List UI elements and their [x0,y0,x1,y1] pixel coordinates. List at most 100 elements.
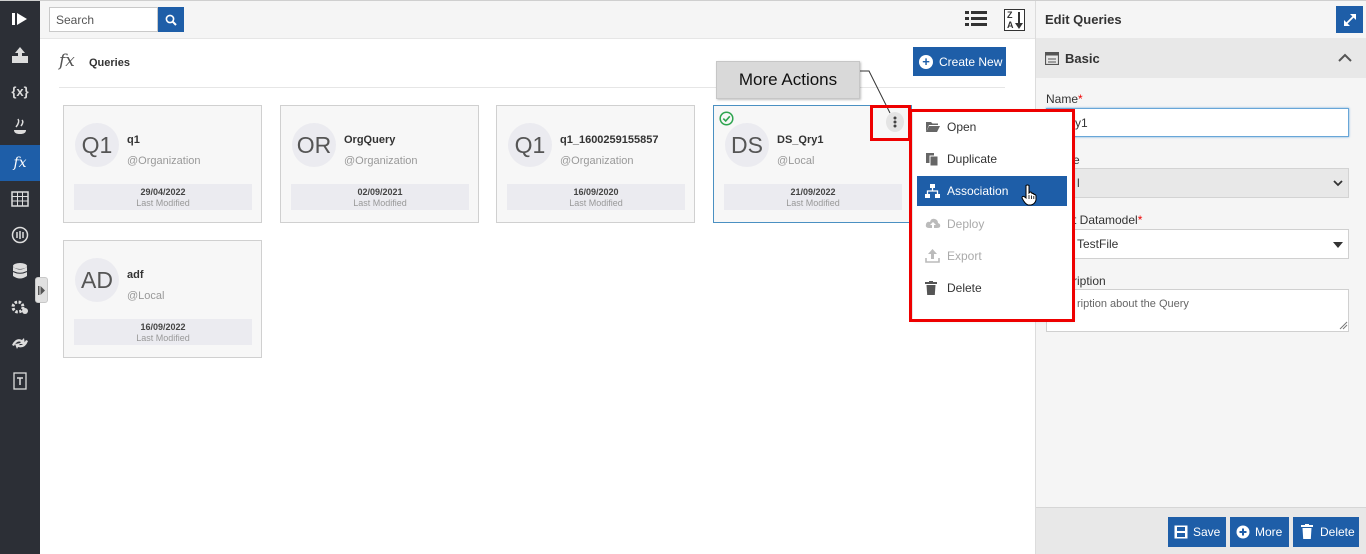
card-avatar: Q1 [75,123,119,167]
sidebar-item-queries[interactable]: fx [0,145,40,181]
database-icon [12,263,28,279]
save-icon [1174,525,1188,539]
card-name: DS_Qry1 [777,134,824,146]
card-date: 16/09/2020 [573,187,619,197]
card-avatar: Q1 [508,123,552,167]
sidebar-item-services[interactable] [0,289,40,325]
card-scope: @Organization [344,155,418,167]
sidebar-item-recycle[interactable] [0,325,40,361]
card-date-label: Last Modified [136,198,190,208]
queries-fx-icon: fx [59,51,75,71]
card-avatar: DS [725,123,769,167]
card-name: q1 [127,134,140,146]
panel-footer: Save More Delete [1036,507,1366,554]
description-textarea[interactable]: ription about the Query [1046,289,1349,332]
more-label: More [1255,525,1283,539]
card-date: 16/09/2022 [140,322,186,332]
text-file-icon [13,372,27,390]
expand-panel-button[interactable] [1336,6,1363,33]
deploy-icon [12,47,28,63]
save-button[interactable]: Save [1168,517,1226,547]
delete-button[interactable]: Delete [1293,517,1359,547]
card-scope: @Local [127,290,165,302]
card-avatar: OR [292,123,336,167]
form-section-icon [1045,52,1059,65]
search-button[interactable] [158,7,184,32]
resize-handle-icon[interactable] [1339,321,1348,330]
svg-text:Z: Z [1007,10,1013,20]
caret-down-icon [1333,242,1343,248]
plus-circle-icon [1236,525,1250,539]
basic-section-label: Basic [1065,51,1100,66]
list-view-button[interactable] [965,10,987,33]
app-window: {x} fx Search Z A fx Queries + Create Ne… [0,0,1366,554]
save-label: Save [1193,525,1221,539]
card-name: adf [127,269,144,281]
sidebar-item-variables[interactable]: {x} [0,73,40,109]
query-card[interactable]: OR OrgQuery @Organization 02/09/2021 Las… [280,105,479,223]
highlight-box-menu [909,109,1075,322]
create-new-label: Create New [939,54,1003,69]
sidebar-item-deploy[interactable] [0,37,40,73]
description-placeholder: ription about the Query [1077,298,1189,310]
type-select[interactable]: l [1046,168,1349,198]
datamodel-select[interactable]: TestFile [1046,229,1349,259]
card-modified: 21/09/2022 Last Modified [724,184,902,210]
sidebar-item-text[interactable] [0,363,40,399]
card-scope: @Organization [560,155,634,167]
card-date-label: Last Modified [786,198,840,208]
panel-title: Edit Queries [1045,12,1122,27]
name-field[interactable]: _Qry1 [1046,108,1349,137]
trash-icon [1301,524,1313,539]
card-scope: @Local [777,155,815,167]
query-card[interactable]: Q1 q1 @Organization 29/04/2022 Last Modi… [63,105,262,223]
check-circle-icon [719,111,734,126]
query-card[interactable]: AD adf @Local 16/09/2022 Last Modified [63,240,262,358]
fx-icon: fx [13,155,27,171]
table-icon [11,191,29,207]
description-label: ription [1073,274,1106,288]
plus-circle-icon: + [919,55,933,69]
play-collapse-icon [12,13,27,25]
sidebar-toggle-handle[interactable] [35,277,48,303]
card-modified: 02/09/2021 Last Modified [291,184,469,210]
variables-icon: {x} [11,83,29,99]
card-modified: 29/04/2022 Last Modified [74,184,252,210]
card-name: q1_1600259155857 [560,134,659,146]
card-avatar: AD [75,258,119,302]
datamodel-label: t Datamodel* [1073,213,1143,227]
card-date: 02/09/2021 [357,187,403,197]
delete-label: Delete [1320,525,1355,539]
services-gear-icon [11,300,28,314]
sidebar-item-java[interactable] [0,109,40,145]
more-actions-tooltip: More Actions [716,61,860,99]
expand-arrows-icon [1343,13,1356,26]
card-date-label: Last Modified [353,198,407,208]
sort-button[interactable]: Z A [1004,9,1025,36]
create-new-button[interactable]: + Create New [913,47,1006,76]
basic-section-header[interactable]: Basic [1036,38,1366,78]
sidebar-item-connector[interactable] [0,217,40,253]
sidebar: {x} fx [0,1,40,554]
page-title: Queries [89,57,130,69]
card-date: 21/09/2022 [790,187,836,197]
query-card[interactable]: Q1 q1_1600259155857 @Organization 16/09/… [496,105,695,223]
card-name: OrgQuery [344,134,396,146]
svg-text:A: A [1007,20,1014,30]
highlight-box-kebab [870,105,911,141]
card-scope: @Organization [127,155,201,167]
search-input[interactable] [49,7,158,32]
sidebar-item-table[interactable] [0,181,40,217]
chevron-down-icon [1333,180,1343,187]
expand-right-icon [38,285,45,295]
card-date: 29/04/2022 [140,187,186,197]
search-icon [165,14,177,26]
sidebar-item-database[interactable] [0,253,40,289]
recycle-icon [12,338,28,349]
card-modified: 16/09/2022 Last Modified [74,319,252,345]
chevron-up-icon [1338,53,1352,62]
more-button[interactable]: More [1230,517,1289,547]
name-label: Name* [1046,92,1083,106]
sidebar-collapse-button[interactable] [0,1,40,37]
sort-za-icon: Z A [1004,9,1025,31]
